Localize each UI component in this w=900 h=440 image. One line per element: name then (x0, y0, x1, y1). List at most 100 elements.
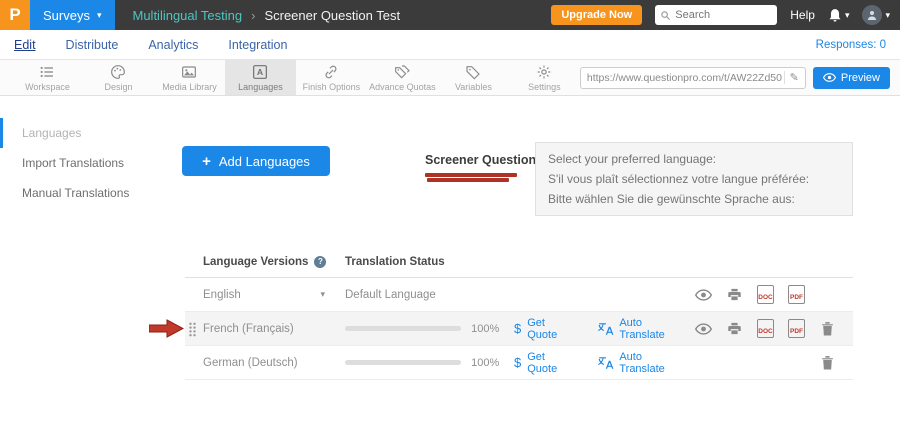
upgrade-now-button[interactable]: Upgrade Now (551, 5, 642, 25)
export-doc-button[interactable]: DOC (750, 319, 781, 338)
product-menu-label: Surveys (43, 8, 90, 23)
table-header-row: Language Versions ? Translation Status (185, 246, 853, 278)
workspace-icon (39, 64, 55, 80)
pdf-file-icon: PDF (788, 319, 805, 338)
tab-analytics[interactable]: Analytics (148, 38, 198, 52)
table-row-french: French (Français) 100% $ Get Quote Auto … (185, 312, 853, 346)
print-language-button[interactable] (719, 287, 750, 302)
toolbar-item-label: Advance Quotas (369, 82, 436, 92)
top-bar: P Surveys ▾ Multilingual Testing › Scree… (0, 0, 900, 30)
toolbar-item-label: Media Library (162, 82, 217, 92)
column-header-language-versions: Language Versions ? (203, 256, 345, 268)
delete-language-button[interactable] (812, 321, 843, 336)
toolbar-item-finish-options[interactable]: Finish Options (296, 60, 367, 95)
table-row-english: English ▾ Default Language DOC PDF (185, 278, 853, 312)
toolbar-item-settings[interactable]: Settings (509, 60, 580, 95)
get-quote-link[interactable]: Get Quote (527, 351, 576, 375)
toolbar-item-design[interactable]: Design (83, 60, 154, 95)
survey-url-box: ✎ (580, 67, 806, 89)
edit-toolbar: Workspace Design Media Library A Languag… (0, 60, 900, 96)
delete-language-button[interactable] (812, 355, 843, 370)
toolbar-item-label: Settings (528, 82, 561, 92)
section-nav: Edit Distribute Analytics Integration Re… (0, 30, 900, 60)
help-icon[interactable]: ? (314, 256, 326, 268)
toolbar-item-label: Finish Options (303, 82, 361, 92)
column-header-translation-status: Translation Status (345, 256, 688, 268)
languages-icon: A (252, 64, 268, 80)
languages-sidebar: Languages Import Translations Manual Tra… (0, 96, 170, 440)
printer-icon (727, 287, 742, 302)
view-language-button[interactable] (688, 289, 719, 301)
eye-icon (695, 289, 712, 301)
printer-icon (727, 321, 742, 336)
avatar (862, 5, 882, 25)
link-icon (323, 64, 339, 80)
survey-url-input[interactable] (587, 72, 784, 84)
language-name: English (203, 289, 241, 301)
drag-handle-icon[interactable] (188, 322, 197, 342)
translation-progress-bar (345, 360, 461, 365)
chevron-down-icon: ▾ (97, 11, 102, 20)
tags-icon (394, 64, 410, 80)
chevron-down-icon: ▾ (885, 11, 890, 20)
breadcrumb-folder[interactable]: Multilingual Testing (133, 8, 243, 23)
breadcrumb-separator: › (251, 8, 255, 23)
language-name: German (Deutsch) (203, 357, 298, 369)
add-languages-label: Add Languages (219, 154, 310, 169)
column-header-label: Language Versions (203, 256, 308, 268)
sidebar-item-languages[interactable]: Languages (0, 118, 170, 148)
add-languages-button[interactable]: + Add Languages (182, 146, 330, 176)
preview-button[interactable]: Preview (813, 67, 890, 89)
tab-distribute[interactable]: Distribute (66, 38, 119, 52)
notifications-menu[interactable]: ▾ (828, 8, 850, 23)
chevron-down-icon: ▾ (845, 11, 850, 20)
auto-translate-icon (598, 356, 614, 370)
translation-progress-percent: 100% (471, 323, 506, 335)
doc-file-icon: DOC (757, 285, 774, 304)
language-dropdown-caret-icon[interactable]: ▾ (320, 289, 325, 300)
help-link[interactable]: Help (790, 8, 815, 22)
eye-icon (823, 73, 836, 82)
svg-text:A: A (257, 67, 264, 77)
export-doc-button[interactable]: DOC (750, 285, 781, 304)
toolbar-item-advance-quotas[interactable]: Advance Quotas (367, 60, 438, 95)
toolbar-item-label: Languages (238, 82, 283, 92)
toolbar-item-workspace[interactable]: Workspace (12, 60, 83, 95)
responses-count[interactable]: Responses: 0 (816, 39, 886, 51)
search-input[interactable] (655, 5, 777, 25)
palette-icon (110, 64, 126, 80)
screener-question-preview: Select your preferred language: S'il vou… (535, 142, 853, 216)
toolbar-item-variables[interactable]: Variables (438, 60, 509, 95)
translation-progress-percent: 100% (471, 357, 506, 369)
languages-main-panel: + Add Languages Screener Question : Sele… (170, 96, 900, 440)
export-pdf-button[interactable]: PDF (781, 285, 812, 304)
auto-translate-link[interactable]: Auto Translate (619, 317, 688, 341)
view-language-button[interactable] (688, 323, 719, 335)
image-icon (181, 64, 197, 80)
toolbar-item-label: Design (104, 82, 132, 92)
pdf-file-icon: PDF (788, 285, 805, 304)
column-header-label: Translation Status (345, 256, 445, 268)
annotation-underline (425, 173, 520, 185)
edit-url-icon[interactable]: ✎ (784, 71, 799, 84)
tab-integration[interactable]: Integration (228, 38, 287, 52)
sidebar-item-manual-translations[interactable]: Manual Translations (0, 178, 170, 208)
export-pdf-button[interactable]: PDF (781, 319, 812, 338)
language-name-cell: German (Deutsch) (203, 357, 345, 369)
user-icon (866, 9, 878, 21)
toolbar-item-languages[interactable]: A Languages (225, 60, 296, 95)
preview-button-label: Preview (841, 72, 880, 84)
toolbar-item-media-library[interactable]: Media Library (154, 60, 225, 95)
trash-icon (821, 321, 834, 336)
print-language-button[interactable] (719, 321, 750, 336)
dollar-icon: $ (514, 355, 521, 370)
eye-icon (695, 323, 712, 335)
sidebar-item-import-translations[interactable]: Import Translations (0, 148, 170, 178)
account-menu[interactable]: ▾ (862, 5, 890, 25)
auto-translate-link[interactable]: Auto Translate (619, 351, 688, 375)
questionpro-logo[interactable]: P (0, 0, 30, 30)
tab-edit[interactable]: Edit (14, 38, 36, 52)
product-menu-surveys[interactable]: Surveys ▾ (30, 0, 115, 30)
auto-translate-icon (598, 322, 614, 336)
get-quote-link[interactable]: Get Quote (527, 317, 576, 341)
